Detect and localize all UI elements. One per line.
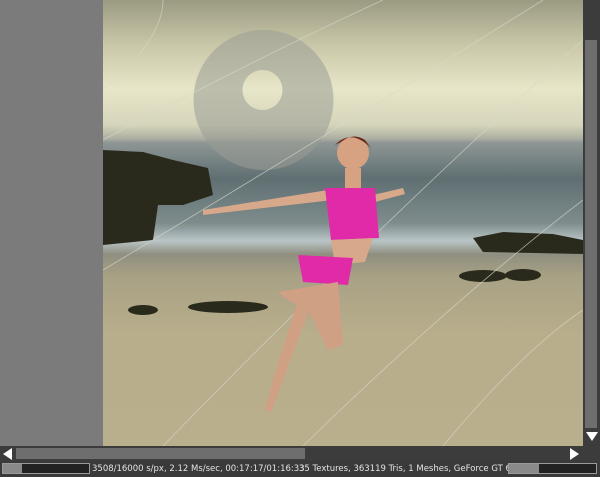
scroll-left-arrow-icon[interactable] [3, 448, 12, 460]
vertical-scrollbar[interactable] [583, 0, 600, 446]
vertical-scroll-thumb[interactable] [585, 40, 597, 428]
render-image [103, 0, 583, 446]
status-bar: 3508/16000 s/px, 2.12 Ms/sec, 00:17:17/0… [0, 461, 600, 477]
figure [203, 136, 405, 412]
scroll-down-arrow-icon[interactable] [586, 432, 598, 441]
render-stats-text: 3508/16000 s/px, 2.12 Ms/sec, 00:17:17/0… [92, 464, 305, 474]
gpu-memory-fill [509, 464, 540, 473]
render-progress-bar [2, 463, 90, 474]
scroll-right-arrow-icon[interactable] [570, 448, 579, 460]
render-viewport[interactable] [103, 0, 583, 446]
horizontal-scrollbar[interactable] [0, 446, 600, 461]
render-progress-fill [3, 464, 22, 473]
horizontal-scroll-thumb[interactable] [16, 448, 305, 459]
gpu-memory-bar [508, 463, 597, 474]
octane-watermark-icon [193, 30, 334, 170]
empty-panel-area [0, 0, 103, 446]
